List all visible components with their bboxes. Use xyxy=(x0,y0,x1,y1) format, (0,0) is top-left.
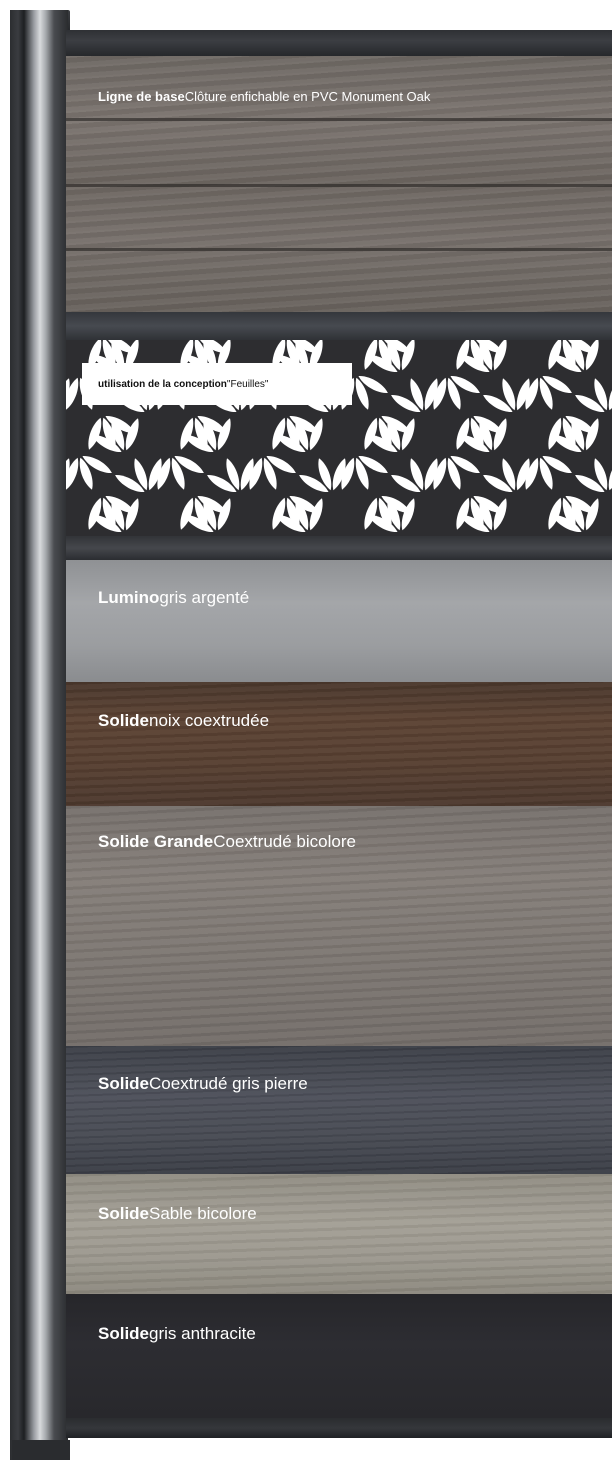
leaf-shape xyxy=(548,497,562,530)
caption-text: Coextrudé bicolore xyxy=(213,832,356,851)
board-seam xyxy=(66,248,612,251)
top-rail xyxy=(66,30,612,56)
leaf-shape xyxy=(548,417,562,450)
leaf-shape xyxy=(585,498,599,531)
caption-text: Coextrudé gris pierre xyxy=(149,1074,308,1093)
middle-rail xyxy=(66,536,612,560)
caption-text: gris anthracite xyxy=(149,1324,256,1343)
caption-bold: Solide xyxy=(98,1074,150,1093)
caption-anthracite: Solidegris anthracite xyxy=(98,1324,256,1344)
caption-text: noix coextrudée xyxy=(149,711,270,730)
caption-stone: SolideCoextrudé gris pierre xyxy=(98,1074,308,1094)
board-monument-oak: Ligne de baseClôture enfichable en PVC M… xyxy=(66,56,612,312)
caption-bold: Solide Grande xyxy=(98,832,214,851)
leaf-shape xyxy=(493,418,507,451)
leaf-shape xyxy=(272,497,286,530)
caption-lumino: Luminogris argenté xyxy=(98,588,249,608)
board-walnut: Solidenoix coextrudée xyxy=(66,682,612,806)
leaf-shape xyxy=(309,498,323,531)
design-label-text: "Feuilles" xyxy=(226,378,269,390)
leaf-shape xyxy=(217,498,231,531)
caption-bold: Lumino xyxy=(98,588,160,607)
fence-panel: Ligne de baseClôture enfichable en PVC M… xyxy=(66,0,612,1472)
board-lumino: Luminogris argenté xyxy=(66,560,612,682)
leaf-shape xyxy=(401,498,415,531)
caption-text: Sable bicolore xyxy=(149,1204,257,1223)
caption-bold: Solide xyxy=(98,711,150,730)
caption-grande: Solide GrandeCoextrudé bicolore xyxy=(98,832,356,852)
caption-text: Clôture enfichable en PVC Monument Oak xyxy=(184,89,431,104)
board-seam xyxy=(66,118,612,121)
caption-sand: SolideSable bicolore xyxy=(98,1204,257,1224)
leaf-shape xyxy=(180,497,194,530)
leaf-shape xyxy=(493,498,507,531)
leaf-shape xyxy=(401,418,415,451)
caption-oak: Ligne de baseClôture enfichable en PVC M… xyxy=(98,89,430,104)
leaf-shape xyxy=(456,417,470,450)
caption-bold: Solide xyxy=(98,1204,150,1223)
bottom-rail xyxy=(66,1418,612,1438)
leaf-shape xyxy=(364,497,378,530)
leaf-shape xyxy=(364,417,378,450)
board-sand: SolideSable bicolore xyxy=(66,1174,612,1294)
board-seam xyxy=(66,184,612,187)
leaf-shape xyxy=(585,418,599,451)
leaf-shape xyxy=(125,498,139,531)
leaf-shape xyxy=(88,497,102,530)
caption-walnut: Solidenoix coextrudée xyxy=(98,711,269,731)
board-anthracite: Solidegris anthracite xyxy=(66,1294,612,1418)
leaf-shape xyxy=(217,418,231,451)
fence-post xyxy=(10,10,68,1460)
caption-text: gris argenté xyxy=(159,588,250,607)
leaf-shape xyxy=(88,417,102,450)
leaf-shape xyxy=(125,418,139,451)
middle-rail xyxy=(66,312,612,340)
leaf-shape xyxy=(272,417,286,450)
board-stone-grey: SolideCoextrudé gris pierre xyxy=(66,1046,612,1174)
design-label: utilisation de la conception "Feuilles" xyxy=(82,363,352,405)
leaf-shape xyxy=(309,418,323,451)
board-grande: Solide GrandeCoextrudé bicolore xyxy=(66,806,612,1046)
caption-bold: Solide xyxy=(98,1324,150,1343)
leaf-shape xyxy=(456,497,470,530)
leaf-shape xyxy=(180,417,194,450)
design-label-bold: utilisation de la conception xyxy=(98,378,227,390)
post-foot xyxy=(12,1440,70,1460)
caption-bold: Ligne de base xyxy=(98,89,185,104)
